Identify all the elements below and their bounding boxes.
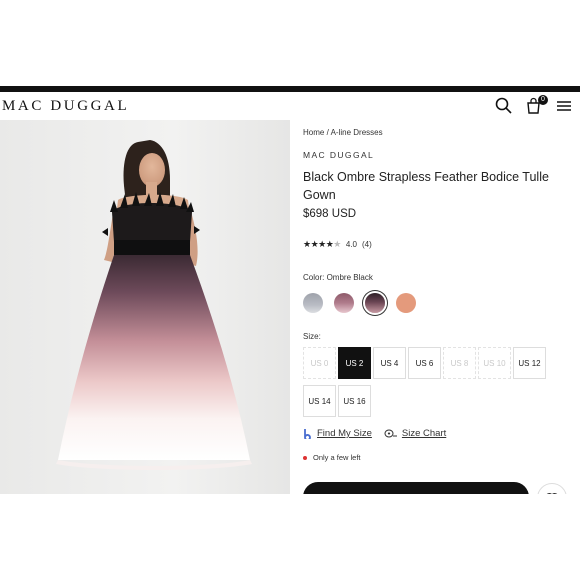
brand-logo[interactable]: MAC DUGGAL — [2, 98, 129, 115]
product-brand[interactable]: MAC DUGGAL — [303, 150, 374, 160]
size-option-us-16[interactable]: US 16 — [338, 385, 371, 417]
stock-dot-icon — [303, 455, 307, 460]
size-option-us-6[interactable]: US 6 — [408, 347, 441, 379]
cart-icon[interactable]: 0 — [524, 95, 548, 116]
review-count: (4) — [361, 240, 372, 249]
color-label-text: Color: — [303, 273, 325, 282]
size-chart-link[interactable]: Size Chart — [384, 428, 446, 439]
rating-stars-icon: ★★★★★ — [303, 239, 341, 249]
swatch-silver[interactable] — [303, 293, 323, 313]
breadcrumb: Home / A-line Dresses — [303, 128, 383, 137]
size-label: Size: — [303, 332, 321, 341]
search-icon[interactable] — [494, 96, 514, 116]
rating-value: 4.0 — [345, 240, 357, 249]
page-bottom-blank — [0, 494, 580, 580]
swatch-mauve[interactable] — [334, 293, 354, 313]
header-icons: 0 — [494, 95, 574, 116]
stock-status: Only a few left — [303, 453, 361, 462]
tape-measure-icon — [384, 429, 397, 438]
product-rating[interactable]: ★★★★★ 4.0 (4) — [303, 239, 372, 250]
breadcrumb-home[interactable]: Home — [303, 128, 324, 137]
size-option-us-2[interactable]: US 2 — [338, 347, 371, 379]
stock-status-text: Only a few left — [313, 453, 361, 462]
color-value: Ombre Black — [326, 273, 373, 282]
find-my-size-label: Find My Size — [317, 428, 372, 439]
color-swatches — [303, 293, 416, 313]
color-label: Color: Ombre Black — [303, 273, 373, 282]
swatch-coral[interactable] — [396, 293, 416, 313]
size-chart-label: Size Chart — [401, 428, 447, 439]
product-title: Black Ombre Strapless Feather Bodice Tul… — [303, 170, 549, 202]
product-image[interactable] — [0, 120, 290, 494]
find-my-size-icon — [304, 429, 311, 439]
swatch-ombre-black[interactable] — [365, 293, 385, 313]
product-price: $698 USD — [303, 208, 357, 220]
size-option-us-4[interactable]: US 4 — [373, 347, 406, 379]
breadcrumb-separator: / — [326, 128, 329, 137]
menu-icon[interactable] — [554, 96, 574, 116]
breadcrumb-category[interactable]: A-line Dresses — [331, 128, 383, 137]
size-option-us-10[interactable]: US 10 — [478, 347, 511, 379]
size-option-us-14[interactable]: US 14 — [303, 385, 336, 417]
site-header: MAC DUGGAL 0 — [0, 92, 580, 120]
size-help-links: Find My Size Size Chart — [303, 428, 446, 439]
find-my-size-link[interactable]: Find My Size — [303, 428, 372, 439]
size-option-us-12[interactable]: US 12 — [513, 347, 546, 379]
size-option-us-0[interactable]: US 0 — [303, 347, 336, 379]
size-option-us-8[interactable]: US 8 — [443, 347, 476, 379]
cart-count-badge: 0 — [538, 95, 548, 105]
